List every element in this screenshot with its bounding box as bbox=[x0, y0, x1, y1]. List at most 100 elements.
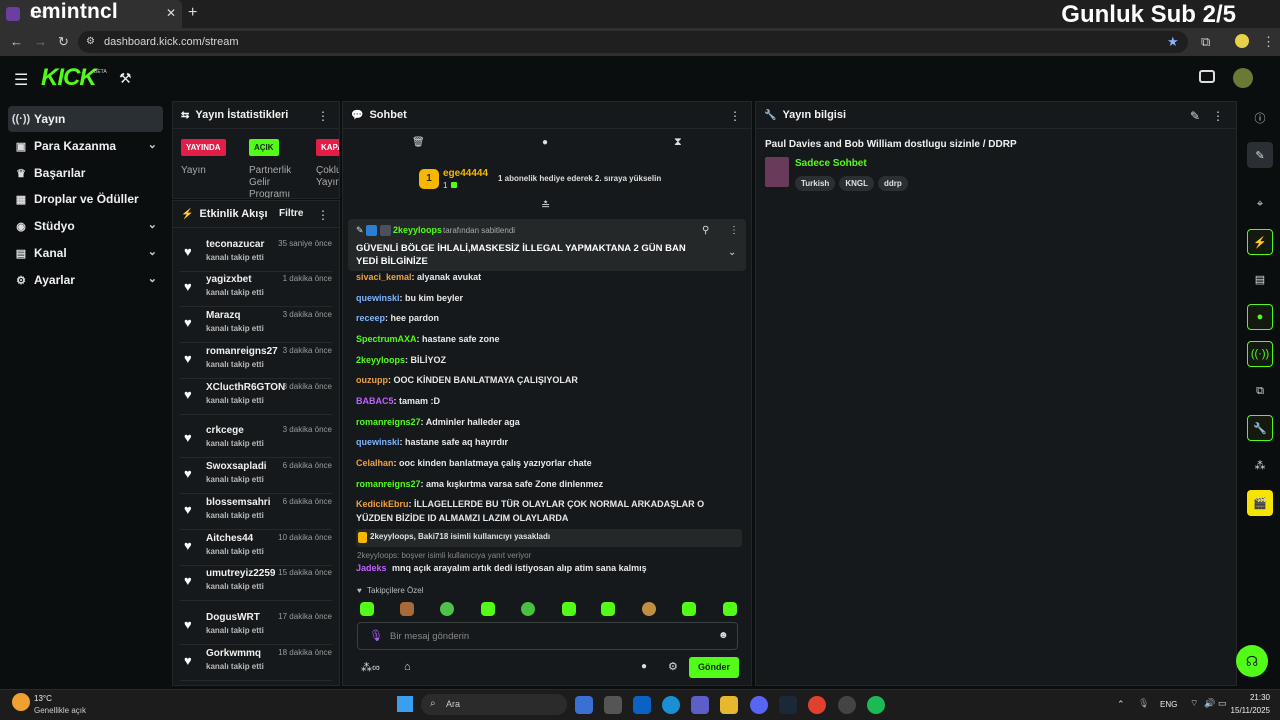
sidebar-item-droplar[interactable]: ▦ Droplar ve Ödüller bbox=[8, 186, 163, 212]
site-info-icon[interactable]: ⚙ bbox=[86, 36, 95, 47]
copilot-icon[interactable] bbox=[575, 696, 593, 714]
obs-icon[interactable] bbox=[838, 696, 856, 714]
activity-more-icon[interactable]: ⋮ bbox=[317, 208, 329, 222]
chat-username[interactable]: 2keyyloops bbox=[356, 355, 405, 365]
edge-icon[interactable] bbox=[662, 696, 680, 714]
new-tab-icon[interactable]: + bbox=[188, 4, 197, 22]
emote-icon[interactable] bbox=[723, 602, 737, 616]
emoji-icon[interactable]: ☻ bbox=[718, 630, 729, 641]
wrench-icon[interactable]: 🔧 bbox=[1247, 415, 1273, 441]
category-thumbnail[interactable] bbox=[765, 157, 789, 187]
emote-icon[interactable] bbox=[642, 602, 656, 616]
trash-icon[interactable]: 🗑 bbox=[412, 137, 425, 148]
tab-close-icon[interactable]: ✕ bbox=[166, 6, 176, 20]
send-button[interactable]: Gönder bbox=[689, 657, 739, 678]
menu-icon[interactable]: ☰ bbox=[14, 70, 28, 90]
chat-username[interactable]: receep bbox=[356, 313, 385, 323]
support-headset-icon[interactable]: ☊ bbox=[1236, 645, 1268, 677]
chat-username[interactable]: SpectrumAXA bbox=[356, 334, 417, 344]
info-more-icon[interactable]: ⋮ bbox=[1212, 109, 1224, 123]
language-indicator[interactable]: ENG bbox=[1160, 700, 1177, 709]
browser-menu-icon[interactable]: ⋮ bbox=[1262, 34, 1275, 50]
user-avatar[interactable] bbox=[1233, 68, 1253, 88]
tag-kngl[interactable]: KNGL bbox=[839, 176, 874, 191]
microphone-icon[interactable]: 🎙 bbox=[369, 629, 383, 642]
chat-bubble-icon[interactable]: ● bbox=[641, 661, 647, 672]
points-icon[interactable]: ⁂ bbox=[1247, 452, 1273, 478]
activity-event-row[interactable]: ♥ teconazucar kanalı takip etti 35 saniye ö… bbox=[176, 236, 336, 272]
category-name[interactable]: Sadece Sohbet bbox=[795, 158, 867, 169]
pinned-by-user[interactable]: 2keyyloops bbox=[393, 225, 442, 235]
tag-turkish[interactable]: Turkish bbox=[795, 176, 836, 191]
chat-username[interactable]: sivaci_kemal bbox=[356, 272, 412, 282]
chat-username[interactable]: romanreigns27 bbox=[356, 417, 421, 427]
emote-icon[interactable] bbox=[682, 602, 696, 616]
activity-event-row[interactable]: ♥ Marazq kanalı takip etti 3 dakika önce bbox=[176, 307, 336, 343]
expand-icon[interactable]: ≛ bbox=[541, 199, 550, 212]
event-username[interactable]: crkcege bbox=[206, 425, 244, 436]
focus-icon[interactable]: ⌖ bbox=[1247, 191, 1273, 217]
event-username[interactable]: Aitches44 bbox=[206, 533, 253, 544]
activity-event-row[interactable]: ♥ crkcege kanalı takip etti 3 dakika önce bbox=[176, 422, 336, 458]
activity-event-row[interactable]: ♥ romanreigns27 kanalı takip etti 3 dakika … bbox=[176, 343, 336, 379]
pinned-more-icon[interactable]: ⋮ bbox=[729, 225, 739, 236]
extensions-icon[interactable]: ⧉ bbox=[1201, 34, 1210, 50]
activity-event-row[interactable]: ♥ Swoxsapladi kanalı takip etti 6 dakika ön… bbox=[176, 458, 336, 494]
microphone-icon[interactable]: 🎙 bbox=[1138, 698, 1149, 709]
chat-username[interactable]: Celalhan bbox=[356, 458, 394, 468]
chat-username[interactable]: KedicikEbru bbox=[356, 499, 409, 509]
points-icon[interactable]: ⁂∞ bbox=[361, 661, 380, 674]
windows-start-icon[interactable] bbox=[397, 696, 413, 712]
event-username[interactable]: teconazucar bbox=[206, 239, 264, 250]
clapper-icon[interactable]: 🎬 bbox=[1247, 490, 1273, 516]
tag-ddrp[interactable]: ddrp bbox=[877, 176, 908, 191]
outlook-icon[interactable] bbox=[633, 696, 651, 714]
back-icon[interactable]: ← bbox=[10, 34, 23, 49]
event-username[interactable]: blossemsahri bbox=[206, 497, 270, 508]
sidebar-item-basarilar[interactable]: ♛ Başarılar bbox=[8, 160, 163, 186]
gift-leader-user[interactable]: ege44444 bbox=[443, 168, 488, 179]
sidebar-item-kanal[interactable]: ▤ Kanal ⌄ bbox=[8, 240, 163, 266]
edit-icon[interactable]: ✎ bbox=[1247, 142, 1273, 168]
layers-icon[interactable]: ⧉ bbox=[1247, 378, 1273, 404]
volume-icon[interactable]: 🔊 bbox=[1204, 698, 1215, 709]
emote-icon[interactable] bbox=[400, 602, 414, 616]
emote-icon[interactable] bbox=[521, 602, 535, 616]
sidebar-item-yayin[interactable]: ((·)) Yayın bbox=[8, 106, 163, 132]
filter-button[interactable]: Filtre bbox=[279, 208, 303, 219]
mode-switch-icon[interactable] bbox=[1199, 70, 1215, 83]
info-icon[interactable]: ⓘ bbox=[1247, 105, 1273, 131]
chat-bubble-icon[interactable]: ● bbox=[542, 137, 548, 148]
chat-username[interactable]: romanreigns27 bbox=[356, 479, 421, 489]
emote-icon[interactable] bbox=[360, 602, 374, 616]
spotify-icon[interactable] bbox=[867, 696, 885, 714]
profile-avatar[interactable] bbox=[1235, 34, 1249, 48]
activity-event-row[interactable]: ♥ DogusWRT kanalı takip etti 17 dakika önce bbox=[176, 609, 336, 645]
steam-icon[interactable] bbox=[779, 696, 797, 714]
chat-username[interactable]: ouzupp bbox=[356, 375, 388, 385]
edit-pencil-icon[interactable]: ✎ bbox=[1190, 109, 1200, 123]
emote-icon[interactable] bbox=[601, 602, 615, 616]
chat-more-icon[interactable]: ⋮ bbox=[729, 109, 741, 123]
tools-icon[interactable]: ⚒ bbox=[119, 70, 132, 87]
chat-username[interactable]: BABAC5 bbox=[356, 396, 394, 406]
activity-event-row[interactable]: ♥ Aitches44 kanalı takip etti 10 dakika önc… bbox=[176, 530, 336, 566]
kick-logo[interactable]: KICK bbox=[41, 64, 97, 92]
emote-icon[interactable] bbox=[562, 602, 576, 616]
discord-icon[interactable] bbox=[750, 696, 768, 714]
activity-event-row[interactable]: ♥ yagizxbet kanalı takip etti 1 dakika önce bbox=[176, 271, 336, 307]
activity-event-row[interactable]: ♥ Gorkwmmq kanalı takip etti 18 dakika önce bbox=[176, 645, 336, 681]
event-username[interactable]: yagizxbet bbox=[206, 274, 252, 285]
event-username[interactable]: romanreigns27 bbox=[206, 346, 278, 357]
chrome-icon[interactable] bbox=[808, 696, 826, 714]
event-username[interactable]: umutreyiz2259 bbox=[206, 568, 275, 579]
unpin-icon[interactable]: ⚲ bbox=[702, 225, 709, 236]
gear-icon[interactable]: ⚙ bbox=[668, 660, 678, 673]
stats-more-icon[interactable]: ⋮ bbox=[317, 109, 329, 123]
sidebar-item-studyo[interactable]: ◉ Stüdyo ⌄ bbox=[8, 213, 163, 239]
hourglass-icon[interactable]: ⧗ bbox=[674, 136, 682, 149]
activity-event-row[interactable]: ♥ XClucthR6GTON kanalı takip etti 3 dakika … bbox=[176, 379, 336, 415]
tray-chevron-icon[interactable]: ⌃ bbox=[1117, 699, 1125, 710]
chat-icon[interactable]: ● bbox=[1247, 304, 1273, 330]
event-username[interactable]: Gorkwmmq bbox=[206, 648, 261, 659]
